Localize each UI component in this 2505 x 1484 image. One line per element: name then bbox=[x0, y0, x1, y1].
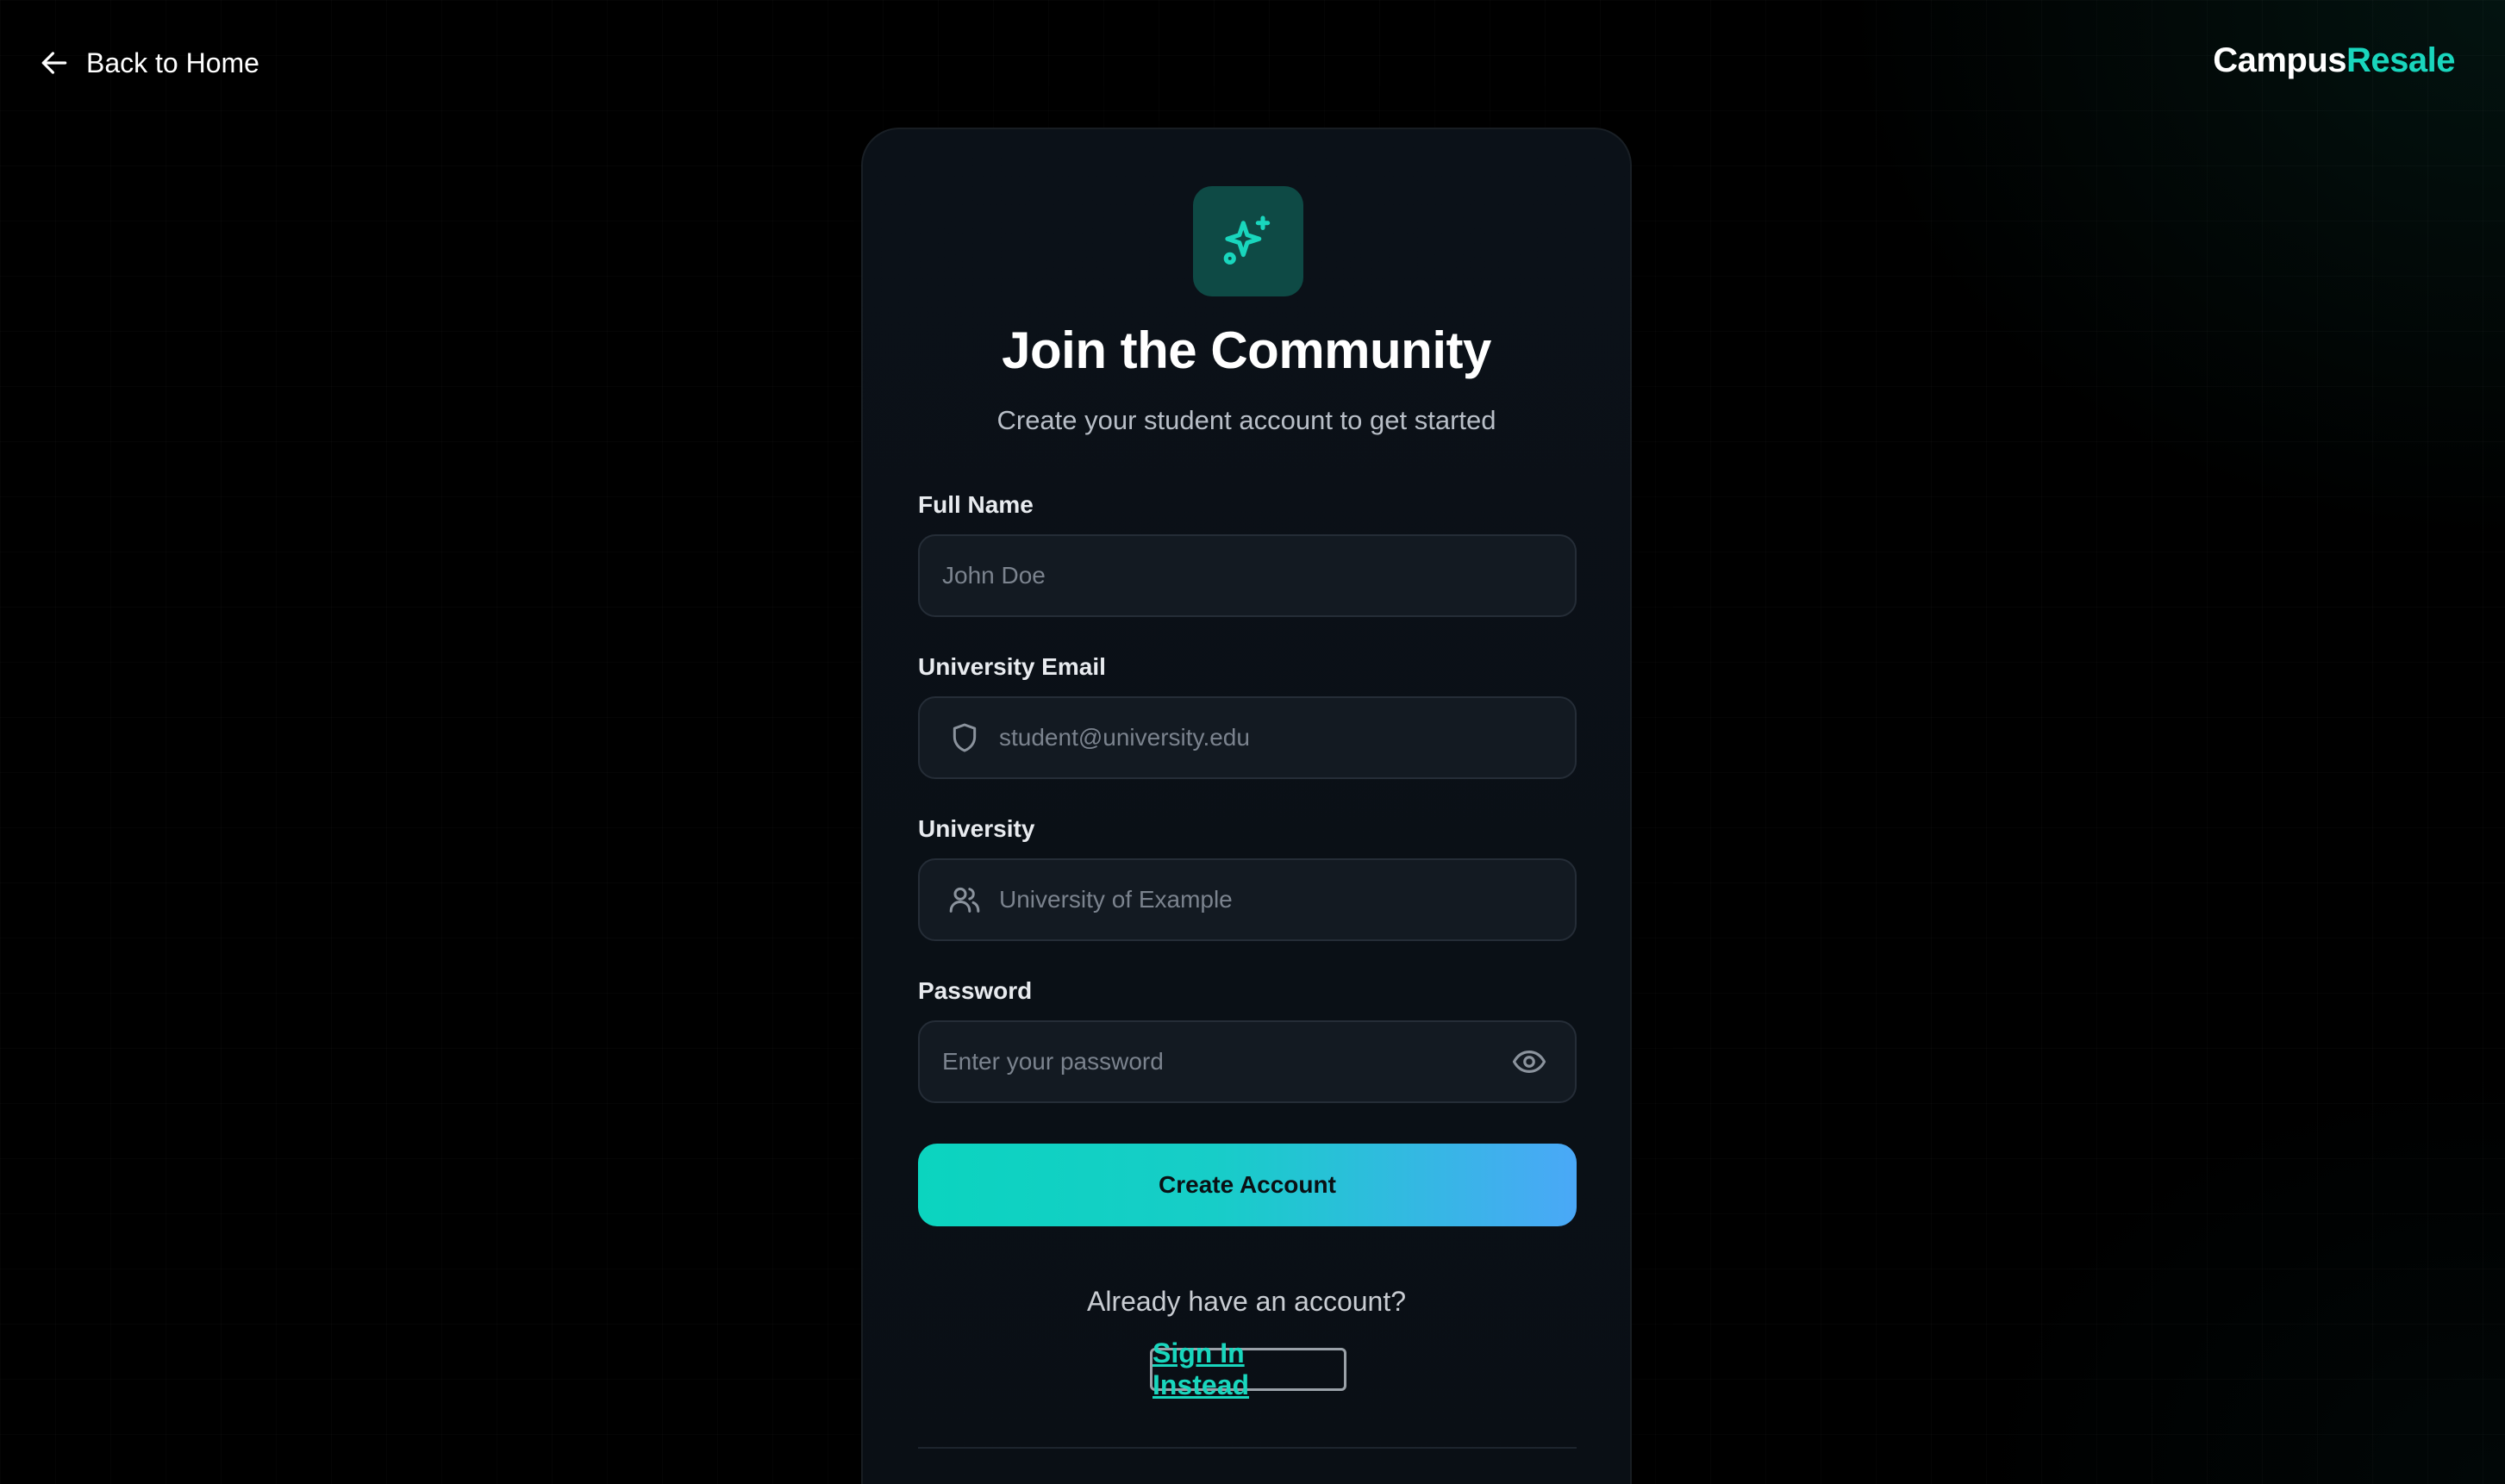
page-title: Join the Community bbox=[1002, 321, 1491, 379]
sparkles-icon bbox=[1223, 215, 1271, 265]
university-label: University bbox=[918, 815, 1035, 842]
brand-logo[interactable]: CampusResale bbox=[2213, 41, 2455, 80]
full-name-input[interactable] bbox=[920, 536, 1575, 615]
users-icon bbox=[949, 887, 980, 913]
signup-card: Join the Community Create your student a… bbox=[861, 128, 1632, 1484]
password-label: Password bbox=[918, 977, 1033, 1004]
brand-name-part1: Campus bbox=[2213, 41, 2347, 79]
arrow-left-icon bbox=[41, 52, 67, 74]
page: Back to Home CampusResale Join the Commu… bbox=[0, 0, 2505, 1484]
full-name-label: Full Name bbox=[918, 491, 1034, 518]
back-to-home-link[interactable]: Back to Home bbox=[38, 43, 259, 83]
email-label: University Email bbox=[918, 653, 1106, 680]
password-field bbox=[918, 1020, 1577, 1103]
email-input[interactable] bbox=[999, 698, 1575, 777]
logo-tile bbox=[1193, 186, 1303, 296]
password-input[interactable] bbox=[920, 1022, 1511, 1101]
page-subtitle: Create your student account to get start… bbox=[996, 405, 1496, 435]
back-label: Back to Home bbox=[86, 47, 259, 78]
eye-icon[interactable] bbox=[1511, 1044, 1547, 1080]
divider bbox=[918, 1447, 1577, 1449]
shield-icon bbox=[953, 723, 977, 752]
sign-in-instead-link[interactable]: Sign In Instead bbox=[1150, 1337, 1346, 1400]
email-field bbox=[918, 696, 1577, 779]
full-name-field bbox=[918, 534, 1577, 617]
create-account-button[interactable]: Create Account bbox=[918, 1144, 1577, 1226]
brand-name-part2: Resale bbox=[2346, 41, 2455, 79]
signin-prompt: Already have an account? bbox=[1086, 1286, 1407, 1317]
university-input[interactable] bbox=[999, 860, 1575, 939]
university-field bbox=[918, 858, 1577, 941]
